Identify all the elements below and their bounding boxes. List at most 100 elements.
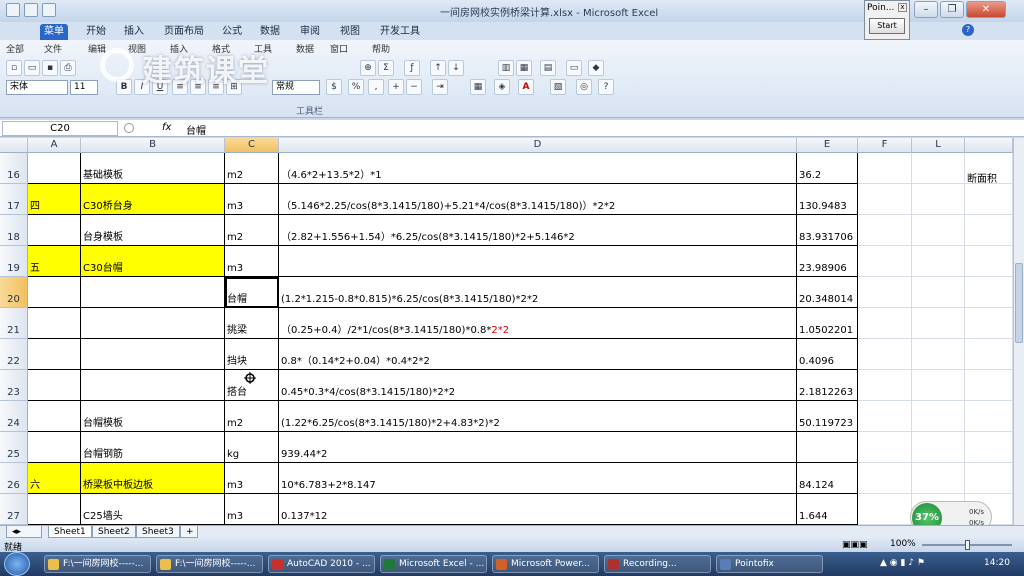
sheet-tab-2[interactable]: Sheet2 [92, 526, 136, 538]
cell-e[interactable]: 130.9483 [797, 184, 858, 215]
help-icon[interactable]: ? [962, 24, 974, 36]
cell-a[interactable] [28, 215, 81, 246]
cell-f[interactable] [858, 463, 912, 494]
tab-review[interactable]: 审阅 [296, 24, 324, 40]
cell-d[interactable]: （4.6*2+13.5*2）*1 [279, 153, 797, 184]
fill-color-icon[interactable]: ◈ [494, 79, 510, 95]
comma-icon[interactable]: , [368, 79, 384, 95]
cell-l[interactable] [912, 215, 965, 246]
cell-c[interactable]: 台帽 [225, 277, 279, 308]
font-name-box[interactable]: 宋体 [6, 80, 68, 95]
cell-l[interactable] [912, 308, 965, 339]
cell-m[interactable] [965, 277, 1013, 308]
cell-a[interactable]: 五 [28, 246, 81, 277]
cell-d[interactable] [279, 246, 797, 277]
function-icon[interactable]: ƒ [404, 60, 420, 76]
cell-b[interactable]: C25墙头 [81, 494, 225, 525]
cell-e[interactable]: 23.98906 [797, 246, 858, 277]
cell-f[interactable] [858, 215, 912, 246]
column-header-d[interactable]: D [279, 138, 797, 153]
row-header[interactable]: 17 [0, 184, 28, 215]
cell-l[interactable] [912, 370, 965, 401]
cell-a[interactable] [28, 277, 81, 308]
sort-asc-icon[interactable]: ↑ [430, 60, 446, 76]
taskbar-item[interactable]: F:\一间房网校-----... [156, 555, 263, 573]
formula-options-icon[interactable] [124, 123, 134, 133]
cell-a[interactable] [28, 494, 81, 525]
cell-e[interactable]: 84.124 [797, 463, 858, 494]
cell-c[interactable]: 挑梁 [225, 308, 279, 339]
cell-f[interactable] [858, 277, 912, 308]
taskbar-item[interactable]: F:\一间房网校-----... [44, 555, 151, 573]
cell-b[interactable]: 基础模板 [81, 153, 225, 184]
cell-e[interactable]: 2.1812263 [797, 370, 858, 401]
cell-d[interactable]: （2.82+1.556+1.54）*6.25/cos(8*3.1415/180)… [279, 215, 797, 246]
cell-l[interactable] [912, 246, 965, 277]
pointofix-start-button[interactable]: Start [869, 18, 905, 34]
cell-e[interactable]: 50.119723 [797, 401, 858, 432]
cell-a[interactable] [28, 432, 81, 463]
cell-f[interactable] [858, 184, 912, 215]
zoom-slider-thumb[interactable] [965, 540, 970, 550]
cell-d[interactable]: (1.22*6.25/cos(8*3.1415/180)*2+4.83*2)*2 [279, 401, 797, 432]
cell-b[interactable]: C30桥台身 [81, 184, 225, 215]
cell-f[interactable] [858, 308, 912, 339]
minimize-icon[interactable]: – [914, 1, 938, 18]
cell-c[interactable]: m3 [225, 494, 279, 525]
menu-window[interactable]: 窗口 [330, 42, 348, 55]
row-header[interactable]: 25 [0, 432, 28, 463]
undo-icon[interactable] [42, 3, 56, 17]
cell-b[interactable]: 桥梁板中板边板 [81, 463, 225, 494]
cell-m[interactable] [965, 184, 1013, 215]
cell-a[interactable] [28, 153, 81, 184]
menu-help[interactable]: 帮助 [372, 42, 390, 55]
row-header[interactable]: 22 [0, 339, 28, 370]
cell-e[interactable] [797, 432, 858, 463]
cell-a[interactable] [28, 370, 81, 401]
cell-a[interactable] [28, 339, 81, 370]
open-icon[interactable]: ▭ [24, 60, 40, 76]
cell-c[interactable]: m2 [225, 215, 279, 246]
cell-f[interactable] [858, 370, 912, 401]
close-icon[interactable]: ✕ [966, 1, 1006, 18]
taskbar-item[interactable]: Microsoft Power... [492, 555, 599, 573]
cell-d[interactable]: (1.2*1.215-0.8*0.815)*6.25/cos(8*3.1415/… [279, 277, 797, 308]
tab-formulas[interactable]: 公式 [218, 24, 246, 40]
help-small-icon[interactable]: ? [598, 79, 614, 95]
font-color-icon[interactable]: A [518, 79, 534, 95]
cell-l[interactable] [912, 153, 965, 184]
cell-a[interactable]: 四 [28, 184, 81, 215]
sheet-nav-icon[interactable]: ◂▸ [6, 526, 42, 538]
borders-icon[interactable]: ▦ [470, 79, 486, 95]
folder-icon[interactable]: ▭ [566, 60, 582, 76]
row-header[interactable]: 21 [0, 308, 28, 339]
menu-data[interactable]: 数据 [296, 42, 314, 55]
cell-d[interactable]: 0.8*（0.14*2+0.04）*0.4*2*2 [279, 339, 797, 370]
save-icon[interactable]: ▪ [42, 60, 58, 76]
taskbar-item[interactable]: AutoCAD 2010 - ... [268, 555, 375, 573]
sheet-tab-1[interactable]: Sheet1 [48, 526, 92, 538]
cell-c[interactable]: 挡块 [225, 339, 279, 370]
decrease-decimal-icon[interactable]: − [406, 79, 422, 95]
cell-d[interactable]: （5.146*2.25/cos(8*3.1415/180)+5.21*4/cos… [279, 184, 797, 215]
tab-insert[interactable]: 插入 [120, 24, 148, 40]
menu-file[interactable]: 文件 [44, 42, 62, 55]
column-header-f[interactable]: F [858, 138, 912, 153]
sort-desc-icon[interactable]: ↓ [448, 60, 464, 76]
cell-b[interactable] [81, 308, 225, 339]
tab-developer[interactable]: 开发工具 [376, 24, 424, 40]
cell-c[interactable]: m2 [225, 153, 279, 184]
cell-c[interactable]: m2 [225, 401, 279, 432]
cell-f[interactable] [858, 339, 912, 370]
formula-input[interactable]: 台帽 [186, 122, 206, 137]
hyperlink-icon[interactable]: ⊕ [360, 60, 376, 76]
currency-icon[interactable]: $ [326, 79, 342, 95]
chart-icon[interactable]: ▥ [498, 60, 514, 76]
cell-d[interactable]: 939.44*2 [279, 432, 797, 463]
cell-b[interactable]: 台身模板 [81, 215, 225, 246]
column-header-c[interactable]: C [225, 138, 279, 153]
cell-b[interactable]: C30台帽 [81, 246, 225, 277]
cell-d[interactable]: 0.137*12 [279, 494, 797, 525]
cell-d[interactable]: 0.45*0.3*4/cos(8*3.1415/180)*2*2 [279, 370, 797, 401]
name-box[interactable]: C20 [2, 121, 118, 136]
